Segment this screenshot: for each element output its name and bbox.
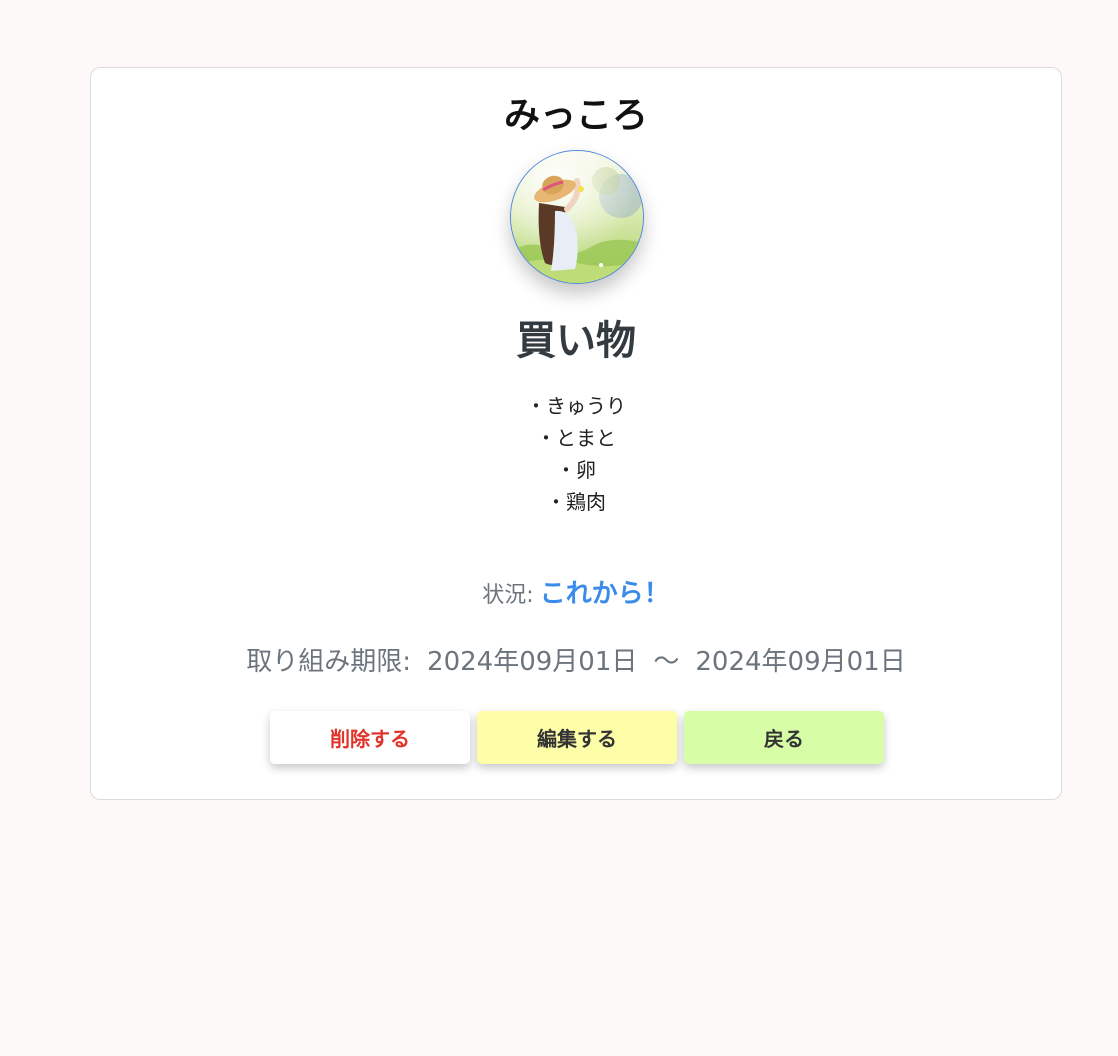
list-item: ・きゅうり [526, 394, 626, 418]
list-item: ・とまと [536, 426, 616, 450]
task-item-list: ・きゅうり ・とまと ・卵 ・鶏肉 [91, 390, 1061, 518]
user-name: みっころ [503, 95, 648, 136]
status-row: 状況: これから！ [91, 574, 1061, 617]
deadline-end: 2024年09月01日 [695, 647, 906, 677]
avatar-photo-icon [511, 151, 643, 283]
deadline-row: 取り組み期限: 2024年09月01日〜 2024年09月01日 [91, 642, 1061, 682]
deadline-label: 取り組み期限: [246, 647, 412, 677]
avatar [510, 150, 644, 284]
status-label: 状況: [482, 583, 534, 608]
back-button[interactable]: 戻る [684, 711, 884, 764]
delete-button[interactable]: 削除する [270, 711, 470, 764]
task-title: 買い物 [516, 318, 636, 364]
edit-button[interactable]: 編集する [477, 711, 677, 764]
task-detail-card: みっころ 買い物 ・きゅうり ・とまと ・卵 ・鶏肉 状況: これから！ 取り組… [90, 67, 1062, 800]
list-item: ・鶏肉 [546, 490, 606, 514]
list-item: ・卵 [556, 458, 596, 482]
deadline-start: 2024年09月01日 [427, 647, 638, 677]
deadline-separator: 〜 [653, 647, 680, 677]
status-badge: これから！ [539, 579, 670, 609]
